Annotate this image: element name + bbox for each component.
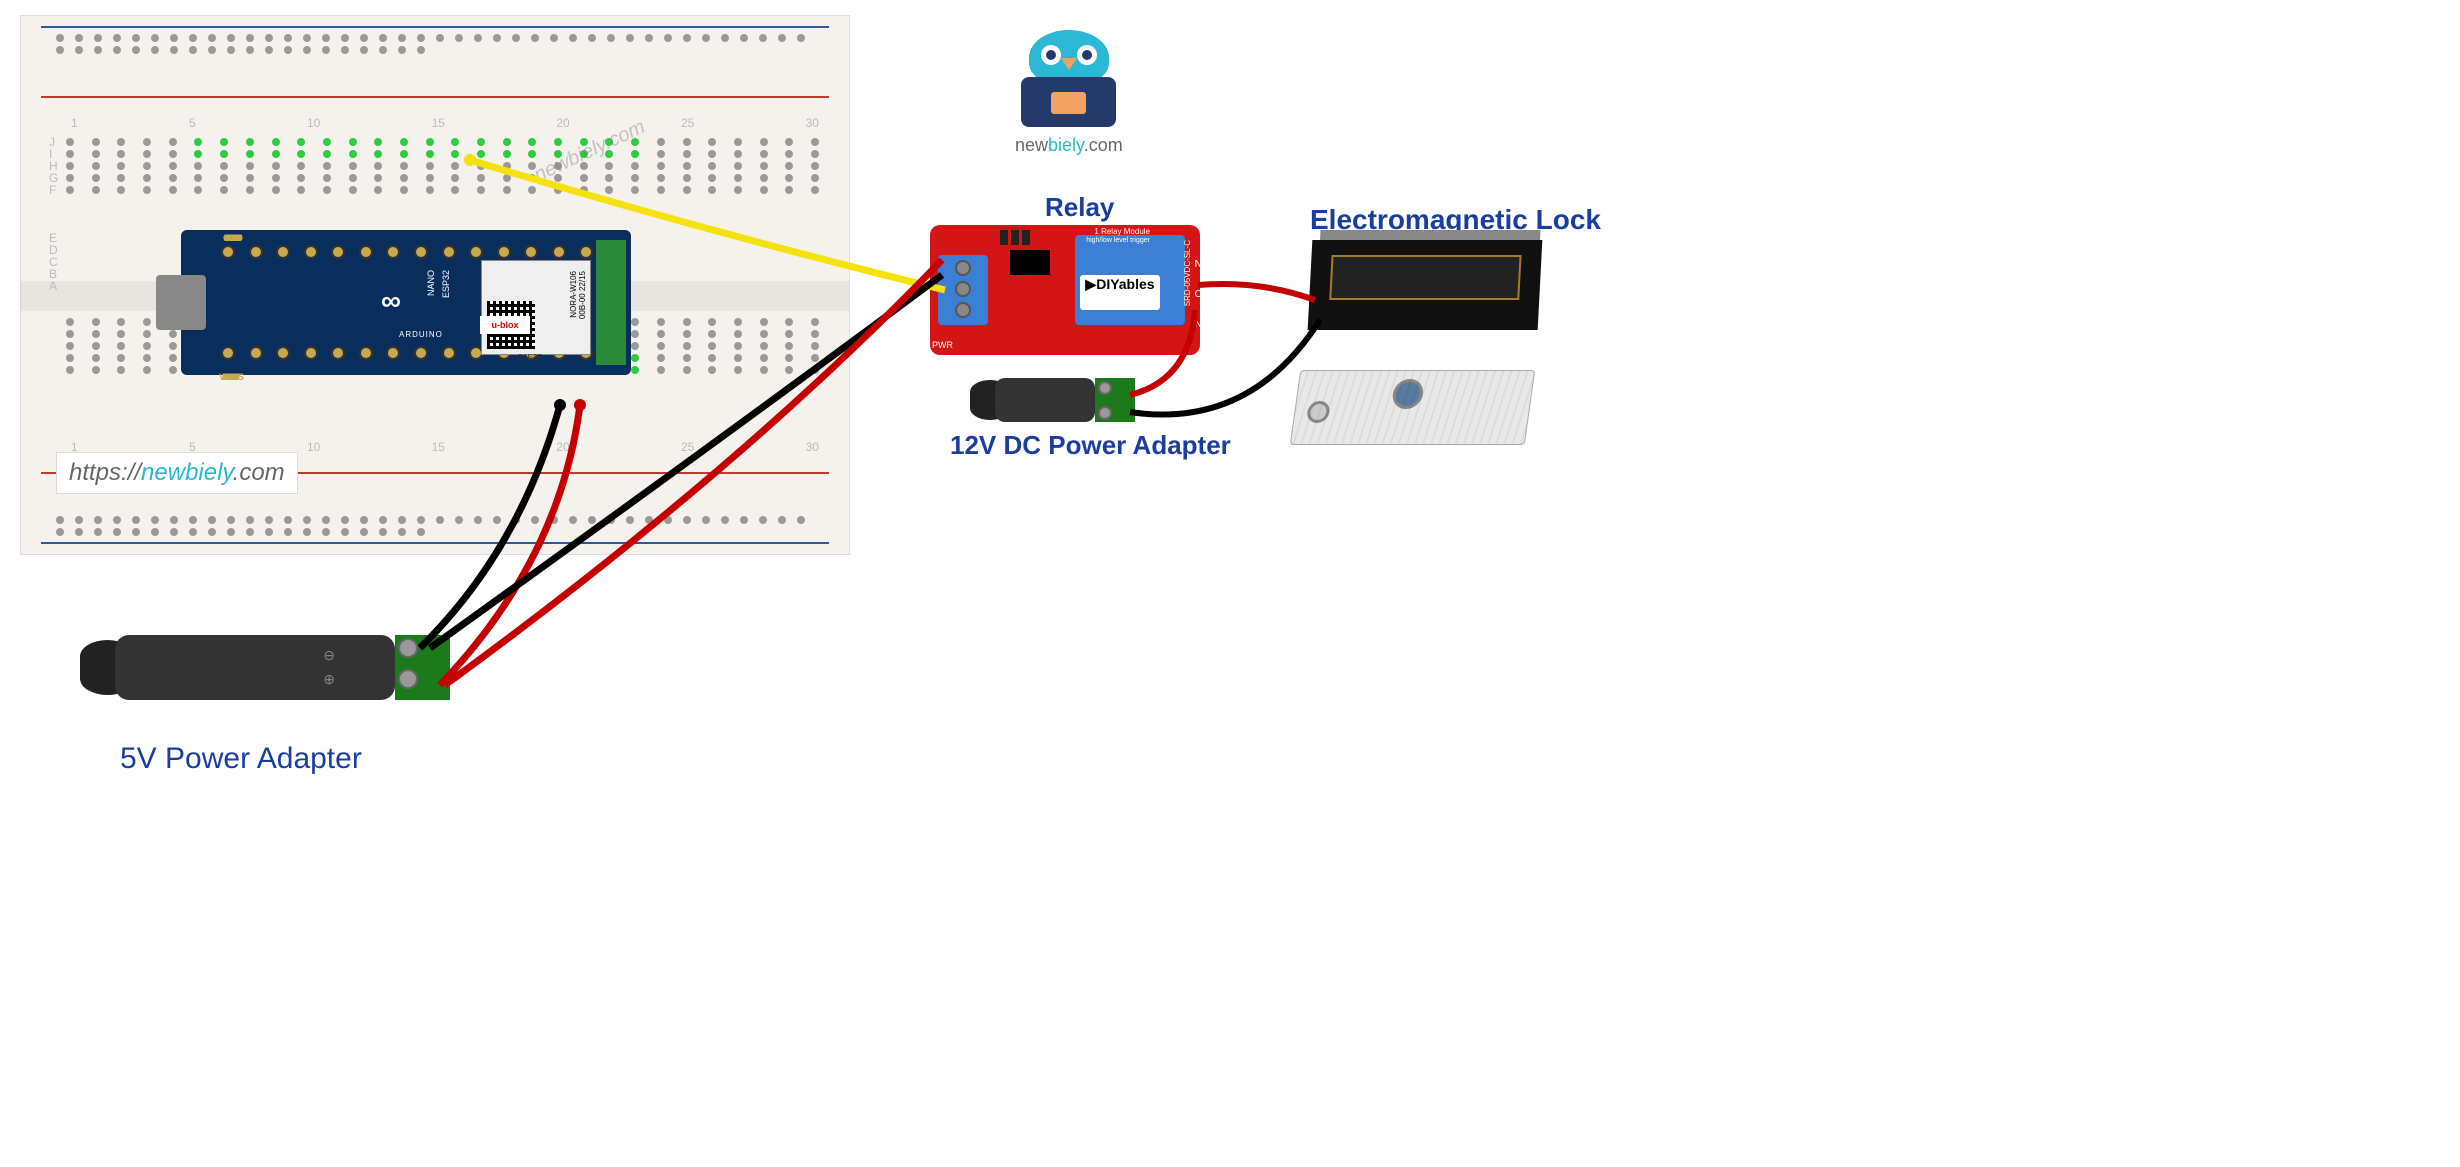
arduino-nano-esp32-board: D12 D11 D10 D9 D8 D7 D6 D5 D4 D3 D2 GND … bbox=[181, 230, 631, 375]
breadboard-rail-top-red bbox=[41, 96, 829, 98]
newbiely-logo: newbiely.com bbox=[1015, 30, 1123, 156]
logo-prefix: new bbox=[1015, 135, 1048, 155]
maglock-armature-plate bbox=[1290, 370, 1536, 445]
url-suffix: .com bbox=[233, 459, 285, 486]
breadboard-rail-holes-top: document.write(Array(60).fill('<span cla… bbox=[56, 34, 809, 54]
arduino-brand-text: ARDUINO bbox=[399, 330, 443, 339]
logo-text: newbiely.com bbox=[1015, 135, 1123, 156]
relay-trigger-text: high/low level trigger bbox=[1086, 237, 1150, 244]
terminal-block-12v bbox=[1095, 378, 1135, 422]
relay-output-labels: NC COM NO bbox=[1195, 250, 1218, 340]
relay-module-text: 1 Relay Module bbox=[1094, 227, 1150, 236]
logo-suffix: .com bbox=[1084, 135, 1123, 155]
breadboard-col-numbers-top: 151015202530 bbox=[71, 116, 819, 130]
breadboard-rail-bottom-blue bbox=[41, 542, 829, 544]
relay-nc: NC bbox=[1195, 250, 1218, 280]
relay-optocoupler-icon bbox=[1010, 250, 1050, 275]
source-url-box: https://newbiely.com bbox=[56, 452, 298, 494]
relay-cube-text-1: SRD-05VDC-SL-C bbox=[1183, 240, 1192, 306]
relay-com: COM bbox=[1195, 280, 1218, 310]
breadboard-rail-top-blue bbox=[41, 26, 829, 28]
relay-input-terminal bbox=[938, 255, 988, 325]
chip-serial: 00B-00 22/15 bbox=[578, 271, 587, 319]
breadboard-row-letters-left: JIHGFEDCBA bbox=[49, 136, 58, 292]
pin-tx1: TX1 bbox=[221, 233, 245, 243]
url-brand: newbiely bbox=[141, 459, 233, 486]
dc-12v-label: 12V DC Power Adapter bbox=[950, 430, 1231, 461]
maglock-coil-strip bbox=[1329, 255, 1521, 300]
arduino-model-nano: NANO bbox=[426, 270, 436, 296]
breadboard: document.write(Array(60).fill('<span cla… bbox=[20, 15, 850, 555]
ublox-logo: u-blox bbox=[480, 316, 530, 334]
arduino-antenna-area bbox=[596, 240, 626, 365]
logo-mid: biely bbox=[1048, 135, 1084, 155]
breadboard-rail-holes-bottom: document.write(Array(60).fill('<span cla… bbox=[56, 516, 809, 536]
relay-label: Relay bbox=[1045, 192, 1114, 223]
relay-jumper bbox=[1000, 230, 1030, 245]
barrel-jack-5v-body: ⊖ ⊕ bbox=[115, 635, 395, 700]
relay-module: PWR ▶DIYables SRD-05VDC-SL-C 1 Relay Mod… bbox=[930, 225, 1200, 355]
maglock-body bbox=[1308, 240, 1543, 330]
arduino-model-esp32: ESP32 bbox=[441, 270, 451, 298]
relay-cube: ▶DIYables bbox=[1075, 235, 1185, 325]
url-prefix: https:// bbox=[69, 459, 141, 486]
breadboard-main-top: for(var r=0;r<5;r++){ document.write('<d… bbox=[66, 136, 819, 196]
chip-model: NORA-W106 bbox=[569, 271, 578, 318]
pin-vin: VIN bbox=[219, 372, 243, 382]
barrel-jack-12v-body bbox=[995, 378, 1095, 422]
arduino-logo-icon: ∞ bbox=[381, 285, 401, 317]
dc-5v-label: 5V Power Adapter bbox=[120, 742, 362, 776]
chip-code: C0E3F bbox=[517, 353, 542, 362]
relay-no: NO bbox=[1195, 310, 1218, 340]
relay-pwr-text: PWR bbox=[932, 340, 953, 350]
usb-c-port bbox=[156, 275, 206, 330]
diyables-logo: ▶DIYables bbox=[1080, 275, 1160, 310]
terminal-block-5v bbox=[395, 635, 450, 700]
laptop-icon bbox=[1021, 77, 1116, 127]
wifi-module-chip: 00B-00 22/15 NORA-W106 u-blox C0E3F bbox=[481, 260, 591, 355]
arduino-pinholes-top: for(var i=0;i<15;i++)document.write('<sp… bbox=[221, 245, 621, 259]
